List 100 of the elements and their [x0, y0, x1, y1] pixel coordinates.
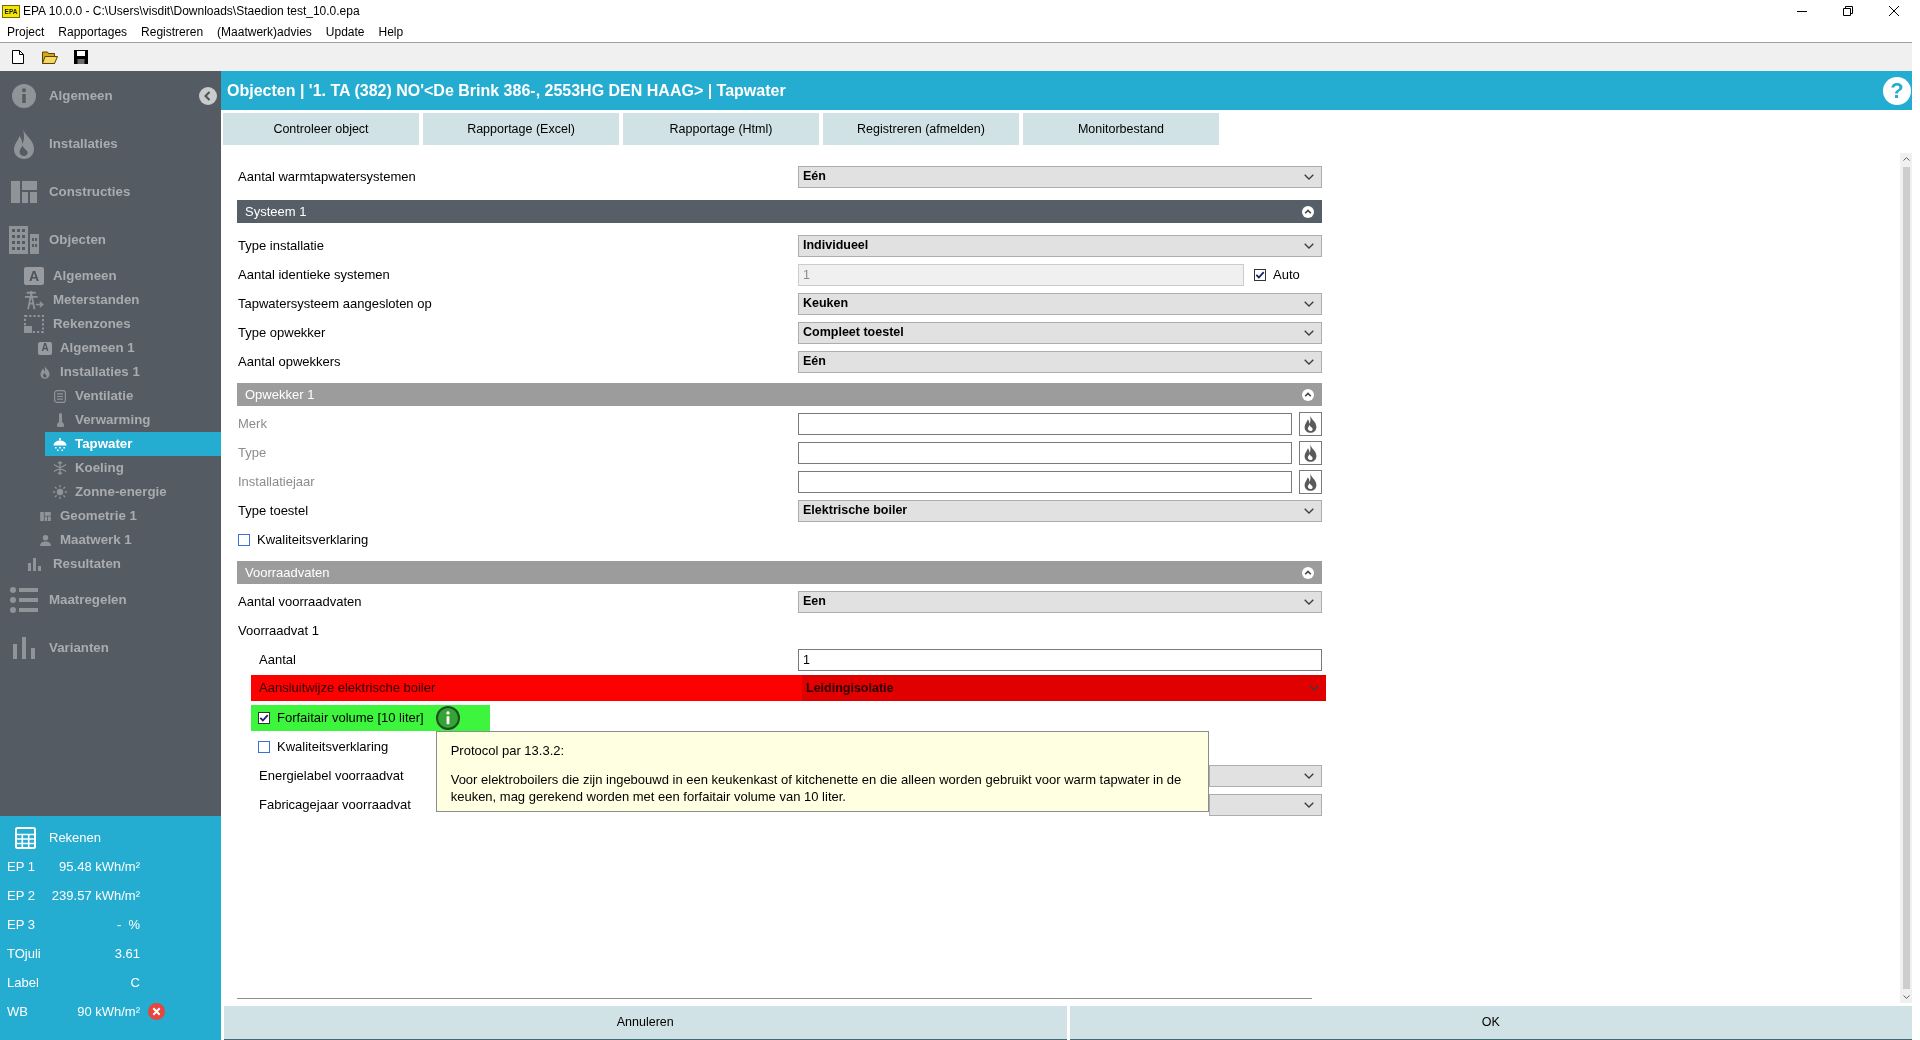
sidebar-item[interactable]: Varianten	[0, 624, 221, 672]
collapse-icon[interactable]	[1302, 388, 1314, 401]
action-button[interactable]: Registreren (afmelden)	[823, 113, 1019, 145]
thermometer-icon	[56, 413, 64, 427]
cancel-button[interactable]: Annuleren	[224, 1006, 1067, 1040]
scrollbar-thumb[interactable]	[1902, 167, 1910, 989]
checkbox[interactable]	[258, 740, 270, 753]
result-label: TOjuli	[7, 945, 42, 962]
save-icon[interactable]	[74, 50, 88, 64]
scrollbar[interactable]	[1900, 153, 1912, 1003]
menu-item[interactable]: (Maatwerk)advies	[210, 24, 319, 40]
person-icon	[39, 534, 51, 546]
sidebar-item[interactable]: Verwarming	[45, 408, 221, 432]
dropdown[interactable]: Individueel	[798, 234, 1322, 257]
folder-icon[interactable]	[42, 50, 58, 64]
sidebar-item[interactable]: Zonne-energie	[45, 480, 221, 504]
chevron-down-icon	[1304, 507, 1314, 514]
section-header[interactable]: Systeem 1	[237, 200, 1322, 223]
field-label: Aantal warmtapwatersystemen	[237, 168, 416, 185]
action-button[interactable]: Monitorbestand	[1023, 113, 1219, 145]
collapse-icon[interactable]	[1302, 205, 1314, 218]
sidebar-item[interactable]: Resultaten	[16, 552, 221, 576]
blocks-icon	[11, 181, 37, 203]
menu-item[interactable]: Help	[371, 24, 411, 40]
checkbox[interactable]	[258, 712, 270, 724]
dropdown[interactable]: Keuken	[798, 292, 1322, 315]
bar-chart-icon	[27, 557, 41, 571]
result-label: EP 2	[7, 887, 36, 904]
result-label: EP 1	[7, 858, 36, 875]
chevron-down-icon[interactable]	[1902, 995, 1910, 999]
input-field[interactable]	[798, 470, 1292, 493]
action-button[interactable]: Rapportage (Html)	[623, 113, 819, 145]
close-icon[interactable]	[1889, 6, 1899, 16]
sidebar-item[interactable]: Koeling	[45, 456, 221, 480]
sidebar-item[interactable]: Meterstanden	[16, 288, 221, 312]
result-value: 239.57 kWh/m²	[50, 887, 140, 904]
flame-button[interactable]	[1299, 411, 1322, 436]
sidebar-item[interactable]: Tapwater	[45, 432, 221, 456]
chevron-up-icon[interactable]	[1902, 157, 1910, 161]
sidebar-item[interactable]: Installaties	[0, 120, 221, 168]
sidebar-item[interactable]: Maatwerk 1	[30, 528, 221, 552]
info-icon	[12, 84, 36, 108]
checkbox[interactable]	[238, 533, 250, 546]
snowflake-icon	[53, 461, 67, 475]
new-document-icon[interactable]	[12, 50, 24, 64]
result-value: 95.48 kWh/m²	[58, 858, 140, 875]
menu-item[interactable]: Registreren	[134, 24, 211, 40]
field-label: Aantal voorraadvaten	[237, 593, 362, 610]
result-label: Label	[7, 974, 40, 991]
sidebar-item[interactable]: Installaties 1	[30, 360, 221, 384]
help-button[interactable]: ?	[1883, 76, 1911, 105]
input-field[interactable]	[798, 441, 1292, 464]
dropdown[interactable]: Een	[798, 590, 1322, 613]
building-icon	[9, 226, 39, 254]
sidebar-item[interactable]: A Algemeen 1	[30, 336, 221, 360]
dropdown[interactable]: Eén	[798, 350, 1322, 373]
dropdown[interactable]: Leidingisolatie	[802, 675, 1326, 701]
input-field[interactable]	[798, 412, 1292, 435]
result-value: - %	[115, 916, 140, 933]
field-label: Installatiejaar	[237, 473, 315, 490]
coil-icon	[54, 389, 66, 403]
ok-button[interactable]: OK	[1069, 1006, 1912, 1040]
sidebar-item[interactable]: Rekenzones	[16, 312, 221, 336]
checkbox-label: Kwaliteitsverklaring	[277, 738, 389, 755]
group-label: Voorraadvat 1	[237, 622, 319, 639]
sidebar-item[interactable]: A Algemeen	[16, 264, 221, 288]
field-label: Type installatie	[237, 237, 324, 254]
action-button[interactable]: Rapportage (Excel)	[423, 113, 619, 145]
minimize-icon[interactable]	[1797, 10, 1807, 12]
section-header[interactable]: Opwekker 1	[237, 383, 1322, 406]
dropdown[interactable]: Compleet toestel	[798, 321, 1322, 344]
sidebar-item[interactable]: Maatregelen	[0, 576, 221, 624]
section-header[interactable]: Voorraadvaten	[237, 561, 1322, 584]
action-button[interactable]: Controleer object	[223, 113, 419, 145]
flame-icon	[1304, 443, 1317, 462]
chevron-left-icon[interactable]	[199, 87, 217, 105]
sidebar-item[interactable]: Ventilatie	[45, 384, 221, 408]
calculate-button[interactable]: Rekenen	[0, 823, 108, 852]
menu-item[interactable]: Project	[0, 24, 52, 40]
menu-item[interactable]: Rapportages	[51, 24, 135, 40]
dropdown[interactable]: Elektrische boiler	[798, 499, 1322, 522]
sidebar-item[interactable]: Constructies	[0, 168, 221, 216]
input-field[interactable]: 1	[798, 648, 1322, 671]
flame-button[interactable]	[1299, 469, 1322, 494]
checkbox-label: Forfaitair volume [10 liter]	[277, 710, 424, 726]
collapse-icon[interactable]	[1302, 566, 1314, 579]
letter-icon: A	[38, 341, 52, 355]
chevron-down-icon	[1304, 801, 1314, 808]
dropdown[interactable]: Eén	[798, 165, 1322, 188]
tooltip-title: Protocol par 13.3.2:	[450, 742, 566, 759]
restore-icon[interactable]	[1843, 6, 1853, 16]
menu-item[interactable]: Update	[318, 24, 372, 40]
sidebar-item[interactable]: Objecten	[0, 216, 221, 264]
field-label: Type opwekker	[237, 324, 326, 341]
field-label: Type toestel	[237, 502, 309, 519]
info-icon[interactable]	[435, 706, 460, 730]
sidebar-item[interactable]: Algemeen	[0, 72, 221, 120]
flame-button[interactable]	[1299, 440, 1322, 465]
field-label: Aansluitwijze elektrische boiler	[258, 680, 436, 696]
sidebar-item[interactable]: Geometrie 1	[30, 504, 221, 528]
